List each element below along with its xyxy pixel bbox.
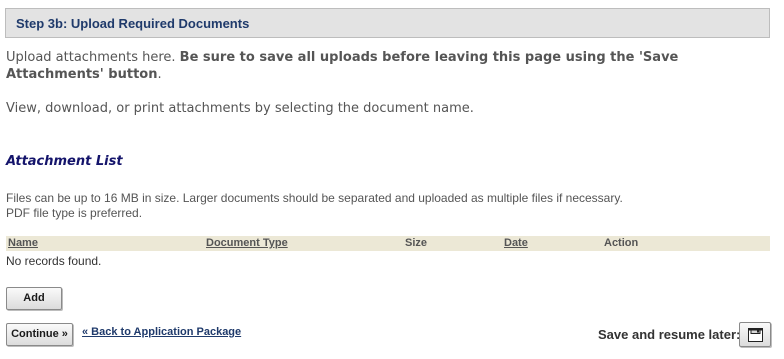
file-type-note-line: PDF file type is preferred.: [6, 206, 143, 220]
floppy-disk-icon: [748, 328, 763, 342]
step-header: Step 3b: Upload Required Documents: [5, 8, 770, 38]
column-header-name[interactable]: Name: [8, 237, 38, 249]
add-attachment-button[interactable]: Add: [6, 287, 62, 310]
upload-documents-page: Step 3b: Upload Required Documents Uploa…: [0, 0, 784, 359]
column-header-document-type[interactable]: Document Type: [206, 237, 288, 249]
continue-button[interactable]: Continue »: [6, 323, 73, 346]
file-size-note-line: Files can be up to 16 MB in size. Larger…: [6, 191, 623, 205]
intro-end: .: [157, 67, 162, 82]
save-resume-label: Save and resume later:: [598, 327, 741, 342]
step-title: Step 3b: Upload Required Documents: [16, 16, 250, 31]
attachment-table-header: Name Document Type Size Date Action: [6, 236, 770, 251]
intro-lead: Upload attachments here.: [6, 50, 180, 65]
column-header-date[interactable]: Date: [504, 237, 528, 249]
file-size-note: Files can be up to 16 MB in size. Larger…: [6, 191, 623, 221]
no-records-message: No records found.: [6, 254, 102, 268]
intro-text: Upload attachments here. Be sure to save…: [6, 49, 766, 83]
column-header-size: Size: [405, 237, 428, 249]
back-to-application-package-link[interactable]: « Back to Application Package: [82, 326, 241, 338]
attachment-list-title: Attachment List: [6, 154, 123, 169]
view-instructions: View, download, or print attachments by …: [6, 101, 474, 116]
save-resume-button[interactable]: [739, 322, 771, 347]
column-header-action: Action: [604, 237, 639, 249]
